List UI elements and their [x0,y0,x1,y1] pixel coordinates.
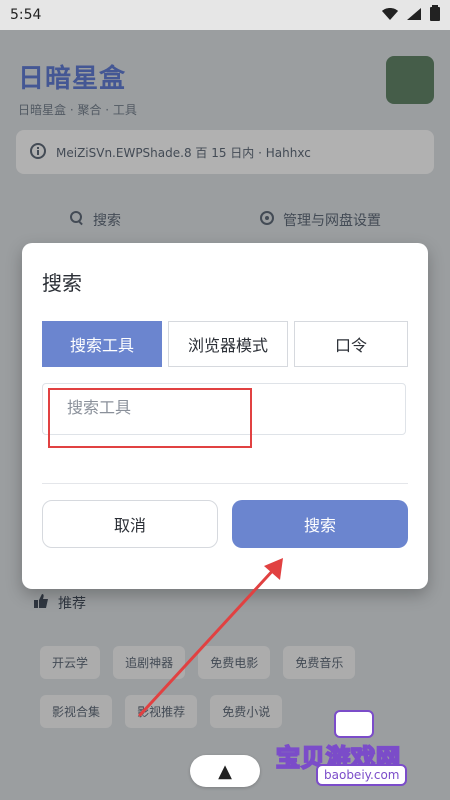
site-watermark: 宝贝游戏网 baobeiy.com [275,706,426,786]
status-icons [382,5,440,25]
gamepad-icon [334,710,374,738]
watermark-domain: baobeiy.com [316,764,408,786]
dialog-title: 搜索 [42,271,82,295]
cancel-button[interactable]: 取消 [42,500,218,548]
highlight-box [48,388,252,448]
tab-passcode[interactable]: 口令 [294,321,408,367]
tab-browser-mode[interactable]: 浏览器模式 [168,321,288,367]
signal-icon [406,6,422,25]
status-time: 5:54 [10,7,42,23]
search-button[interactable]: 搜索 [232,500,408,548]
up-arrow-icon: ▲ [218,760,232,782]
battery-icon [430,5,440,25]
dialog-divider [42,483,408,484]
status-bar: 5:54 [0,0,450,30]
search-mode-tabs: 搜索工具 浏览器模式 口令 [42,321,408,367]
search-dialog: 搜索 搜索工具 浏览器模式 口令 取消 搜索 [22,243,428,589]
tab-search-tools[interactable]: 搜索工具 [42,321,162,367]
wifi-icon [382,6,398,25]
scroll-up-button[interactable]: ▲ [190,755,260,787]
